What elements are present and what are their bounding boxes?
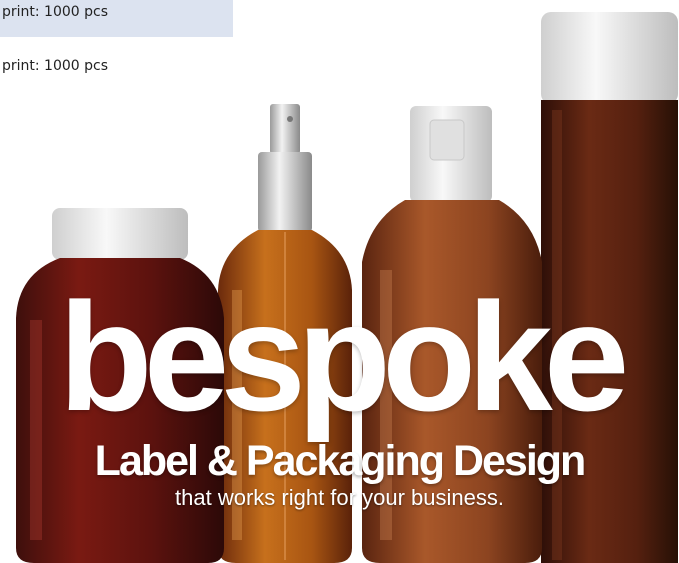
banner-tagline: Label & Packaging Design: [94, 437, 587, 485]
banner-brand-word: bespoke: [58, 271, 630, 443]
banner-subline: that works right for your business.: [175, 485, 504, 510]
